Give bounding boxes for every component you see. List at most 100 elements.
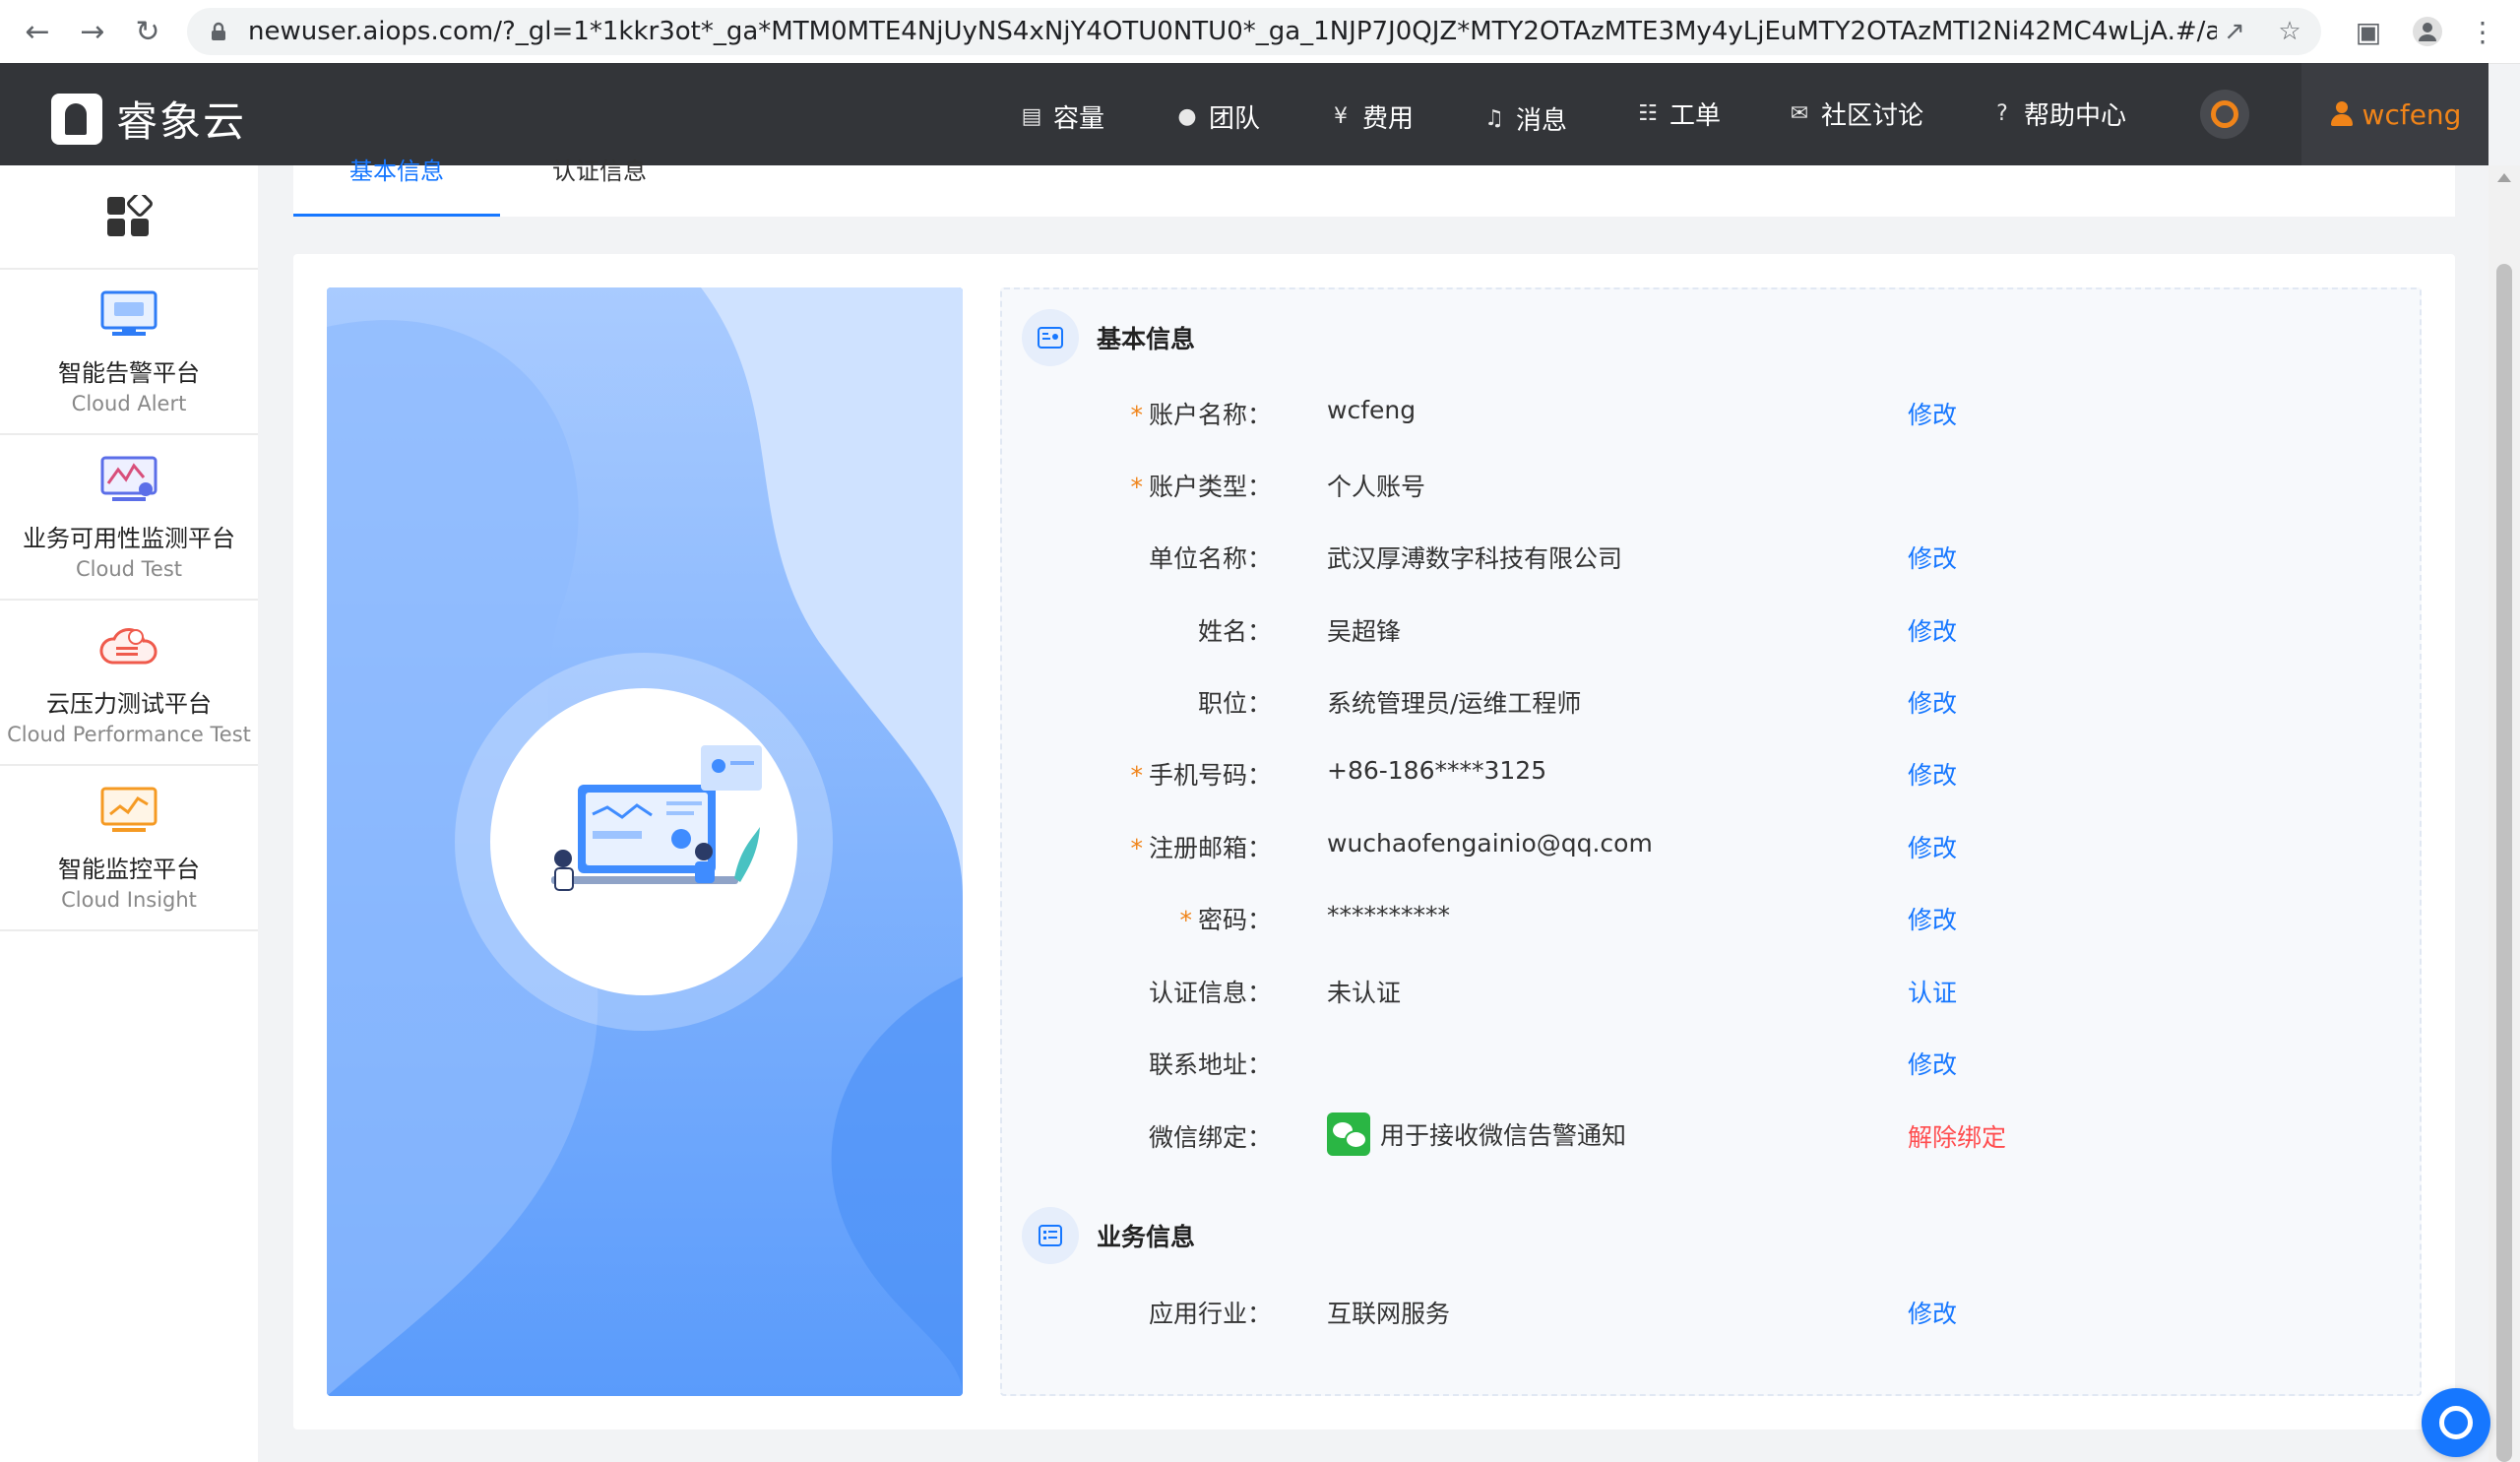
edit-company-name-link[interactable]: 修改 bbox=[1908, 540, 1957, 575]
nav-tickets[interactable]: ☷ 工单 bbox=[1636, 95, 1721, 132]
field-label-text: 账户名称： bbox=[1148, 401, 1272, 429]
tab-certification[interactable]: 认证信息 bbox=[516, 158, 683, 217]
field-value: wcfeng bbox=[1327, 396, 1417, 424]
field-value: 互联网服务 bbox=[1327, 1300, 1451, 1328]
edit-phone-link[interactable]: 修改 bbox=[1908, 756, 1957, 792]
row-account-type: * 账户类型： 个人账号 bbox=[1002, 468, 2424, 507]
edit-account-name-link[interactable]: 修改 bbox=[1908, 396, 1957, 431]
sidebar-item-cloud-insight[interactable]: 智能监控平台 Cloud Insight bbox=[0, 766, 258, 931]
required-marker: * bbox=[1130, 473, 1143, 501]
nav-help[interactable]: ? 帮助中心 bbox=[1990, 95, 2126, 132]
headset-icon bbox=[2439, 1406, 2473, 1439]
row-phone: * 手机号码： +86-186****3125 修改 bbox=[1002, 756, 2424, 795]
field-label-text: 账户类型： bbox=[1148, 473, 1272, 501]
forward-icon[interactable]: → bbox=[75, 14, 110, 49]
field-label: 职位： bbox=[1198, 684, 1272, 720]
page-scrollbar[interactable] bbox=[2488, 165, 2520, 1462]
scroll-up-icon[interactable] bbox=[2497, 173, 2511, 182]
edit-position-link[interactable]: 修改 bbox=[1908, 684, 1957, 720]
cloud-performance-icon bbox=[99, 627, 158, 664]
sidebar-item-sublabel: Cloud Performance Test bbox=[7, 722, 251, 746]
row-address: 联系地址： 修改 bbox=[1002, 1046, 2424, 1085]
field-label: * 密码： bbox=[1179, 901, 1272, 936]
required-marker: * bbox=[1179, 906, 1192, 934]
reload-icon[interactable]: ↻ bbox=[130, 14, 165, 49]
field-label-text: 手机号码： bbox=[1148, 761, 1272, 790]
user-icon bbox=[2329, 101, 2355, 127]
field-label-text: 密码： bbox=[1197, 906, 1272, 934]
cloud-insight-icon bbox=[100, 787, 158, 832]
sidebar-item-sublabel: Cloud Test bbox=[75, 556, 182, 581]
row-password: * 密码： ********** 修改 bbox=[1002, 901, 2424, 940]
scrollbar-thumb[interactable] bbox=[2496, 264, 2512, 1462]
clipboard-icon: ☷ bbox=[1638, 101, 1658, 126]
field-label-text: 注册邮箱： bbox=[1148, 834, 1272, 862]
required-marker: * bbox=[1130, 401, 1143, 429]
edit-industry-link[interactable]: 修改 bbox=[1908, 1295, 1957, 1330]
required-marker: * bbox=[1130, 761, 1143, 790]
logo[interactable]: 睿象云 bbox=[51, 89, 246, 149]
browser-menu-icon[interactable]: ⋮ bbox=[2465, 14, 2500, 49]
customer-support-icon[interactable] bbox=[2200, 90, 2249, 139]
storage-icon: ▤ bbox=[1021, 104, 1042, 129]
all-products-button[interactable] bbox=[0, 165, 258, 270]
profile-avatar-icon[interactable] bbox=[2410, 14, 2445, 49]
bookmark-star-icon[interactable]: ☆ bbox=[2274, 16, 2305, 47]
section-title-text: 基本信息 bbox=[1097, 325, 1196, 353]
nav-team[interactable]: ● 团队 bbox=[1175, 98, 1260, 135]
url-text: newuser.aiops.com/?_gl=1*1kkr3ot*_ga*MTM… bbox=[248, 17, 2217, 46]
field-label-text: 职位： bbox=[1197, 689, 1272, 718]
sidebar-item-cloud-test[interactable]: 业务可用性监测平台 Cloud Test bbox=[0, 435, 258, 601]
section-title-text: 业务信息 bbox=[1097, 1223, 1196, 1251]
sidebar-item-sublabel: Cloud Insight bbox=[61, 887, 197, 912]
nav-capacity-label: 容量 bbox=[1053, 104, 1105, 134]
user-menu[interactable]: wcfeng bbox=[2301, 63, 2488, 165]
field-label: 应用行业： bbox=[1149, 1295, 1272, 1330]
tab-basic-info[interactable]: 基本信息 bbox=[293, 158, 500, 217]
field-value: wuchaofengainio@qq.com bbox=[1327, 829, 1653, 858]
address-bar[interactable]: newuser.aiops.com/?_gl=1*1kkr3ot*_ga*MTM… bbox=[187, 8, 2321, 55]
field-label: 联系地址： bbox=[1149, 1046, 1272, 1081]
top-navigation: 睿象云 ▤ 容量 ● 团队 ¥ 费用 ♫ 消息 ☷ 工单 ✉ 社区讨论 ? 帮助中心 wcfe… bbox=[0, 63, 2488, 165]
unbind-wechat-link[interactable]: 解除绑定 bbox=[1908, 1118, 2006, 1154]
lock-icon bbox=[212, 22, 225, 40]
field-label: 微信绑定： bbox=[1149, 1118, 1272, 1154]
sidebar-item-label: 智能告警平台 bbox=[58, 358, 200, 387]
edit-email-link[interactable]: 修改 bbox=[1908, 829, 1957, 864]
logo-text: 睿象云 bbox=[116, 97, 247, 146]
nav-fees-label: 费用 bbox=[1362, 104, 1415, 134]
nav-community[interactable]: ✉ 社区讨论 bbox=[1788, 95, 1923, 132]
field-label: 单位名称： bbox=[1149, 540, 1272, 575]
side-panel-icon[interactable]: ▣ bbox=[2351, 14, 2386, 49]
cloud-alert-icon bbox=[100, 290, 158, 336]
edit-password-link[interactable]: 修改 bbox=[1908, 901, 1957, 936]
row-email: * 注册邮箱： wuchaofengainio@qq.com 修改 bbox=[1002, 829, 2424, 868]
sidebar-item-cloud-alert[interactable]: 智能告警平台 Cloud Alert bbox=[0, 270, 258, 435]
illustration bbox=[327, 287, 963, 1396]
nav-messages[interactable]: ♫ 消息 bbox=[1482, 100, 1567, 137]
back-icon[interactable]: ← bbox=[20, 14, 55, 49]
field-label-text: 应用行业： bbox=[1148, 1300, 1272, 1328]
tab-label: 基本信息 bbox=[349, 158, 444, 185]
money-icon: ¥ bbox=[1334, 104, 1348, 129]
nav-capacity[interactable]: ▤ 容量 bbox=[1020, 98, 1104, 135]
sidebar-item-label: 业务可用性监测平台 bbox=[23, 524, 235, 552]
field-value: +86-186****3125 bbox=[1327, 756, 1547, 785]
edit-name-link[interactable]: 修改 bbox=[1908, 612, 1957, 648]
field-label-text: 联系地址： bbox=[1148, 1050, 1272, 1079]
nav-tickets-label: 工单 bbox=[1670, 101, 1722, 131]
field-label: * 账户名称： bbox=[1130, 396, 1272, 431]
tab-label: 认证信息 bbox=[552, 158, 647, 185]
certify-link[interactable]: 认证 bbox=[1908, 974, 1957, 1009]
field-label-text: 微信绑定： bbox=[1148, 1123, 1272, 1152]
nav-fees[interactable]: ¥ 费用 bbox=[1329, 98, 1414, 135]
field-label: 认证信息： bbox=[1149, 974, 1272, 1009]
sidebar-item-cloud-performance[interactable]: 云压力测试平台 Cloud Performance Test bbox=[0, 601, 258, 766]
floating-support-button[interactable] bbox=[2422, 1388, 2490, 1457]
field-label: * 账户类型： bbox=[1130, 468, 1272, 503]
cloud-test-icon bbox=[100, 456, 158, 501]
share-icon[interactable]: ↗ bbox=[2219, 16, 2250, 47]
field-value: 个人账号 bbox=[1327, 473, 1426, 501]
row-company-name: 单位名称： 武汉厚溥数字科技有限公司 修改 bbox=[1002, 540, 2424, 579]
edit-address-link[interactable]: 修改 bbox=[1908, 1046, 1957, 1081]
